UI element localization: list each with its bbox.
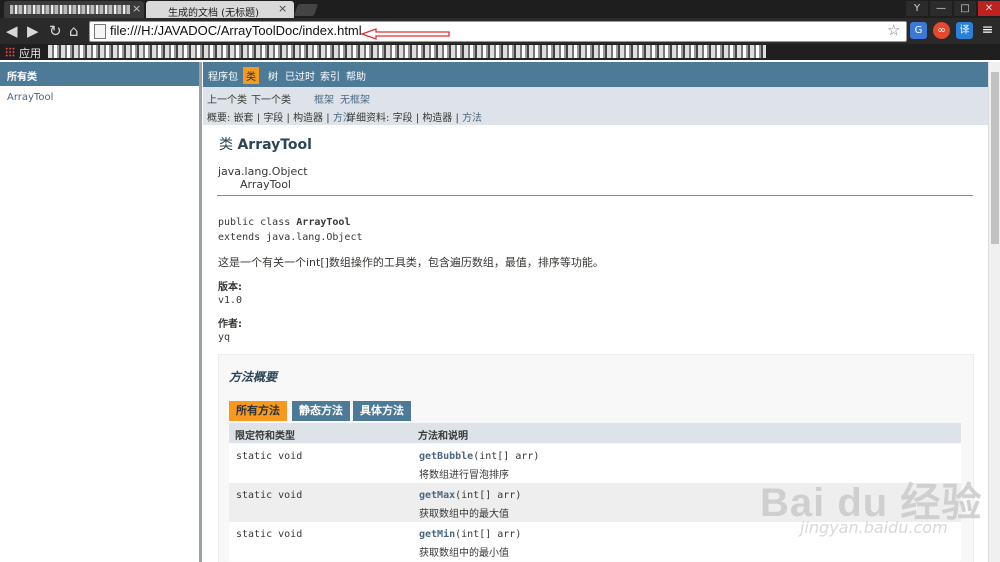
- summary-field: 字段: [263, 113, 284, 124]
- author-value: yq: [218, 332, 231, 343]
- row-signature: getBubble(int[] arr): [419, 451, 540, 462]
- browser-tab-active[interactable]: 生成的文档 (无标题) ×: [146, 1, 294, 19]
- class-declaration: public class ArrayTool: [218, 217, 351, 228]
- tab-title-blurred: [10, 5, 130, 14]
- version-value: v1.0: [218, 295, 243, 306]
- method-link-getbubble[interactable]: getBubble: [419, 451, 473, 462]
- scrollbar-thumb[interactable]: [991, 72, 999, 244]
- url-text[interactable]: file:///H:/JAVADOC/ArrayToolDoc/index.ht…: [110, 23, 362, 38]
- method-summary-title: 方法概要: [229, 370, 278, 384]
- all-classes-title: 所有类: [7, 72, 37, 83]
- nav-package[interactable]: 程序包: [205, 67, 241, 84]
- tab-static-methods[interactable]: 静态方法: [292, 401, 350, 421]
- maximize-button[interactable]: □: [954, 1, 976, 16]
- tab-title: 生成的文档 (无标题): [168, 8, 259, 19]
- row-modifier: static void: [236, 529, 303, 540]
- google-translate-icon[interactable]: G: [910, 22, 927, 39]
- forward-arrow-icon[interactable]: ▶: [27, 22, 39, 40]
- detail-field: 字段: [392, 113, 413, 124]
- top-nav-bar: 程序包 类 树 已过时 索引 帮助: [203, 62, 988, 87]
- divider: [217, 195, 973, 196]
- all-classes-frame: 所有类 ArrayTool: [0, 62, 202, 562]
- browser-tab-inactive[interactable]: ×: [4, 1, 144, 18]
- sub-nav-bar: 上一个类 下一个类 框架 无框架 概要: 嵌套 | 字段 | 构造器 | 方法 …: [203, 87, 988, 125]
- class-extends: extends java.lang.Object: [218, 232, 363, 243]
- reload-icon[interactable]: ↻: [49, 22, 62, 40]
- inheritance-child: ArrayTool: [240, 178, 291, 191]
- tab-all-methods[interactable]: 所有方法: [229, 401, 287, 421]
- tab-close-icon[interactable]: ×: [278, 2, 287, 15]
- version-label: 版本:: [218, 282, 242, 293]
- nav-deprecated[interactable]: 已过时: [282, 67, 318, 84]
- detail-label: 详细资料:: [346, 113, 390, 124]
- new-tab-button[interactable]: [293, 4, 319, 16]
- method-link-getmax[interactable]: getMax: [419, 490, 455, 501]
- apps-grid-icon[interactable]: [5, 47, 15, 57]
- translate-icon[interactable]: 译: [956, 22, 973, 39]
- scrollbar[interactable]: [988, 62, 1000, 562]
- nav-class: 类: [243, 67, 259, 84]
- class-title: 类 ArrayTool: [219, 137, 312, 153]
- nav-tree[interactable]: 树: [265, 67, 281, 84]
- col-modifier: 限定符和类型: [235, 431, 295, 442]
- address-bar[interactable]: file:///H:/JAVADOC/ArrayToolDoc/index.ht…: [89, 21, 907, 42]
- row-signature: getMin(int[] arr): [419, 529, 522, 540]
- all-classes-header: 所有类: [0, 62, 199, 86]
- class-description: 这是一个有关一个int[]数组操作的工具类，包含遍历数组，最值，排序等功能。: [218, 256, 604, 269]
- row-description: 将数组进行冒泡排序: [419, 470, 509, 481]
- next-class-link[interactable]: 下一个类: [251, 91, 291, 106]
- inheritance-parent: java.lang.Object: [218, 165, 308, 178]
- extension-icon[interactable]: ∞: [933, 22, 950, 39]
- detail-links: 详细资料: 字段 | 构造器 | 方法: [346, 113, 483, 124]
- nav-help[interactable]: 帮助: [343, 67, 369, 84]
- back-arrow-icon[interactable]: ◀: [6, 22, 18, 40]
- col-method: 方法和说明: [418, 431, 468, 442]
- method-link-getmin[interactable]: getMin: [419, 529, 455, 540]
- browser-toolbar: ◀ ▶ ↻ ⌂ file:///H:/JAVADOC/ArrayToolDoc/…: [0, 18, 1000, 44]
- nav-index[interactable]: 索引: [317, 67, 343, 84]
- row-modifier: static void: [236, 451, 303, 462]
- row-modifier: static void: [236, 490, 303, 501]
- summary-constructor: 构造器: [293, 113, 324, 124]
- home-icon[interactable]: ⌂: [69, 22, 79, 40]
- page-icon: [94, 24, 106, 39]
- tab-close-icon[interactable]: ×: [132, 2, 141, 15]
- title-bar: × 生成的文档 (无标题) × Y — □ ✕: [0, 0, 1000, 19]
- author-label: 作者:: [218, 319, 242, 330]
- no-frames-link[interactable]: 无框架: [340, 91, 370, 106]
- table-header: 限定符和类型 方法和说明: [229, 423, 961, 443]
- summary-label: 概要:: [207, 113, 231, 124]
- row-description: 获取数组中的最大值: [419, 509, 509, 520]
- bookmarks-bar: 应用: [0, 44, 1000, 60]
- profile-button[interactable]: Y: [906, 1, 928, 16]
- row-description: 获取数组中的最小值: [419, 548, 509, 559]
- menu-icon[interactable]: ≡: [979, 22, 996, 39]
- close-window-button[interactable]: ✕: [978, 1, 1000, 16]
- detail-method-link[interactable]: 方法: [462, 113, 482, 124]
- apps-link[interactable]: 应用: [19, 45, 41, 61]
- class-link-arraytool[interactable]: ArrayTool: [7, 92, 53, 103]
- minimize-button[interactable]: —: [930, 1, 952, 16]
- summary-links: 概要: 嵌套 | 字段 | 构造器 | 方法: [207, 113, 353, 124]
- frames-link[interactable]: 框架: [314, 91, 334, 106]
- prev-class-link[interactable]: 上一个类: [207, 91, 247, 106]
- baidu-watermark-url: jingyan.baidu.com: [800, 518, 948, 537]
- detail-constructor: 构造器: [422, 113, 453, 124]
- row-signature: getMax(int[] arr): [419, 490, 522, 501]
- tab-concrete-methods[interactable]: 具体方法: [353, 401, 411, 421]
- star-icon[interactable]: ☆: [887, 21, 900, 39]
- summary-nested: 嵌套: [233, 113, 254, 124]
- bookmarks-blurred: [48, 45, 766, 58]
- annotation-arrow-icon: [360, 28, 450, 40]
